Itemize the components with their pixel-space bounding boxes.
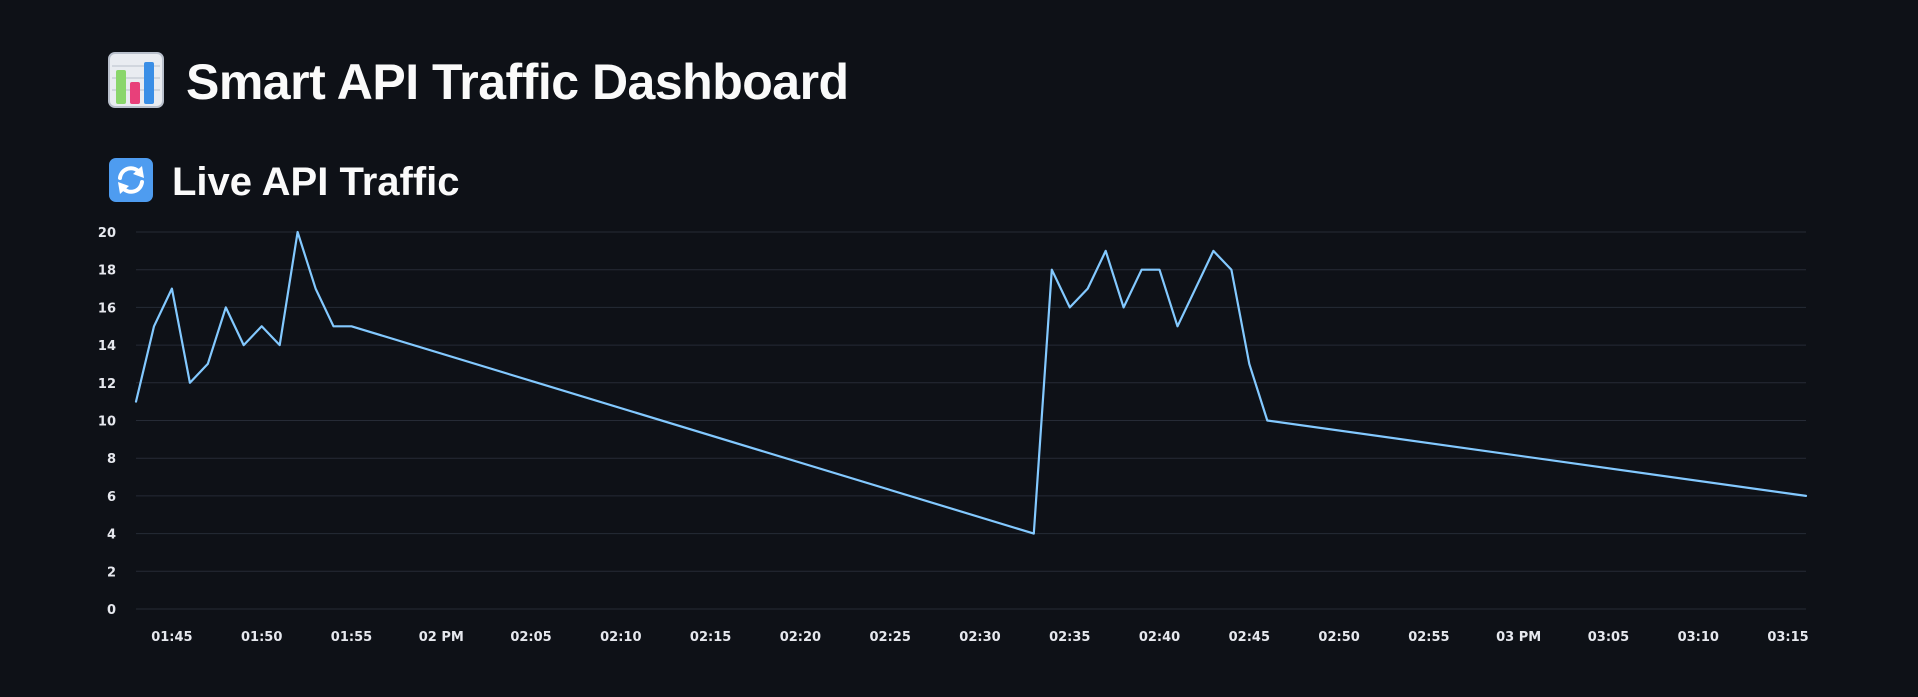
x-tick-label: 02:20: [780, 630, 821, 645]
data-point[interactable]: [295, 229, 301, 235]
data-point[interactable]: [1049, 267, 1055, 273]
x-tick-label: 03:05: [1588, 630, 1629, 645]
data-point[interactable]: [313, 286, 319, 292]
data-point[interactable]: [1085, 286, 1091, 292]
data-point[interactable]: [1228, 267, 1234, 273]
data-point[interactable]: [259, 323, 265, 329]
x-tick-label: 02 PM: [419, 630, 464, 645]
traffic-chart-container: 0 2 4 6 8 10 12 14 16 18 20 01:45 01:50 01:55 02 PM 02:…: [0, 0, 1918, 697]
data-point[interactable]: [348, 323, 354, 329]
data-point[interactable]: [169, 286, 175, 292]
data-point[interactable]: [277, 342, 283, 348]
y-tick-label: 8: [107, 452, 116, 467]
data-point[interactable]: [1121, 304, 1127, 310]
data-point[interactable]: [1067, 304, 1073, 310]
y-tick-label: 16: [98, 301, 116, 316]
x-tick-label: 03 PM: [1496, 630, 1541, 645]
data-point[interactable]: [1175, 323, 1181, 329]
data-point[interactable]: [1031, 531, 1037, 537]
x-tick-label: 02:55: [1408, 630, 1449, 645]
y-tick-label: 20: [98, 226, 116, 241]
data-point[interactable]: [151, 323, 157, 329]
y-tick-label: 12: [98, 377, 116, 392]
data-point[interactable]: [241, 342, 247, 348]
data-point[interactable]: [1103, 248, 1109, 254]
data-point[interactable]: [1803, 493, 1809, 499]
x-tick-label: 02:30: [959, 630, 1000, 645]
x-tick-label: 03:15: [1767, 630, 1808, 645]
x-tick-label: 01:45: [151, 630, 192, 645]
data-point[interactable]: [1210, 248, 1216, 254]
y-tick-label: 14: [98, 339, 116, 354]
data-point[interactable]: [223, 304, 229, 310]
x-tick-label: 02:50: [1318, 630, 1359, 645]
y-tick-label: 2: [107, 565, 116, 580]
data-point[interactable]: [133, 399, 139, 405]
data-point[interactable]: [1264, 418, 1270, 424]
data-point[interactable]: [187, 380, 193, 386]
y-tick-label: 10: [98, 415, 116, 430]
data-point[interactable]: [1157, 267, 1163, 273]
x-tick-label: 03:10: [1678, 630, 1719, 645]
data-point[interactable]: [331, 323, 337, 329]
x-tick-label: 02:05: [510, 630, 551, 645]
y-tick-label: 4: [107, 528, 116, 543]
x-tick-label: 02:45: [1229, 630, 1270, 645]
y-tick-label: 6: [107, 490, 116, 505]
x-tick-label: 01:55: [331, 630, 372, 645]
y-tick-label: 18: [98, 264, 116, 279]
x-tick-label: 02:25: [869, 630, 910, 645]
data-point[interactable]: [205, 361, 211, 367]
x-tick-label: 01:50: [241, 630, 282, 645]
x-tick-label: 02:35: [1049, 630, 1090, 645]
x-tick-label: 02:15: [690, 630, 731, 645]
data-point[interactable]: [1246, 361, 1252, 367]
x-tick-label: 02:40: [1139, 630, 1180, 645]
y-tick-label: 0: [107, 603, 116, 618]
data-point[interactable]: [1139, 267, 1145, 273]
dashboard-page: Smart API Traffic Dashboard Live API Tra…: [0, 0, 1918, 697]
traffic-line-chart[interactable]: 0 2 4 6 8 10 12 14 16 18 20 01:45 01:50 01:55 02 PM 02:…: [0, 0, 1918, 697]
x-tick-label: 02:10: [600, 630, 641, 645]
